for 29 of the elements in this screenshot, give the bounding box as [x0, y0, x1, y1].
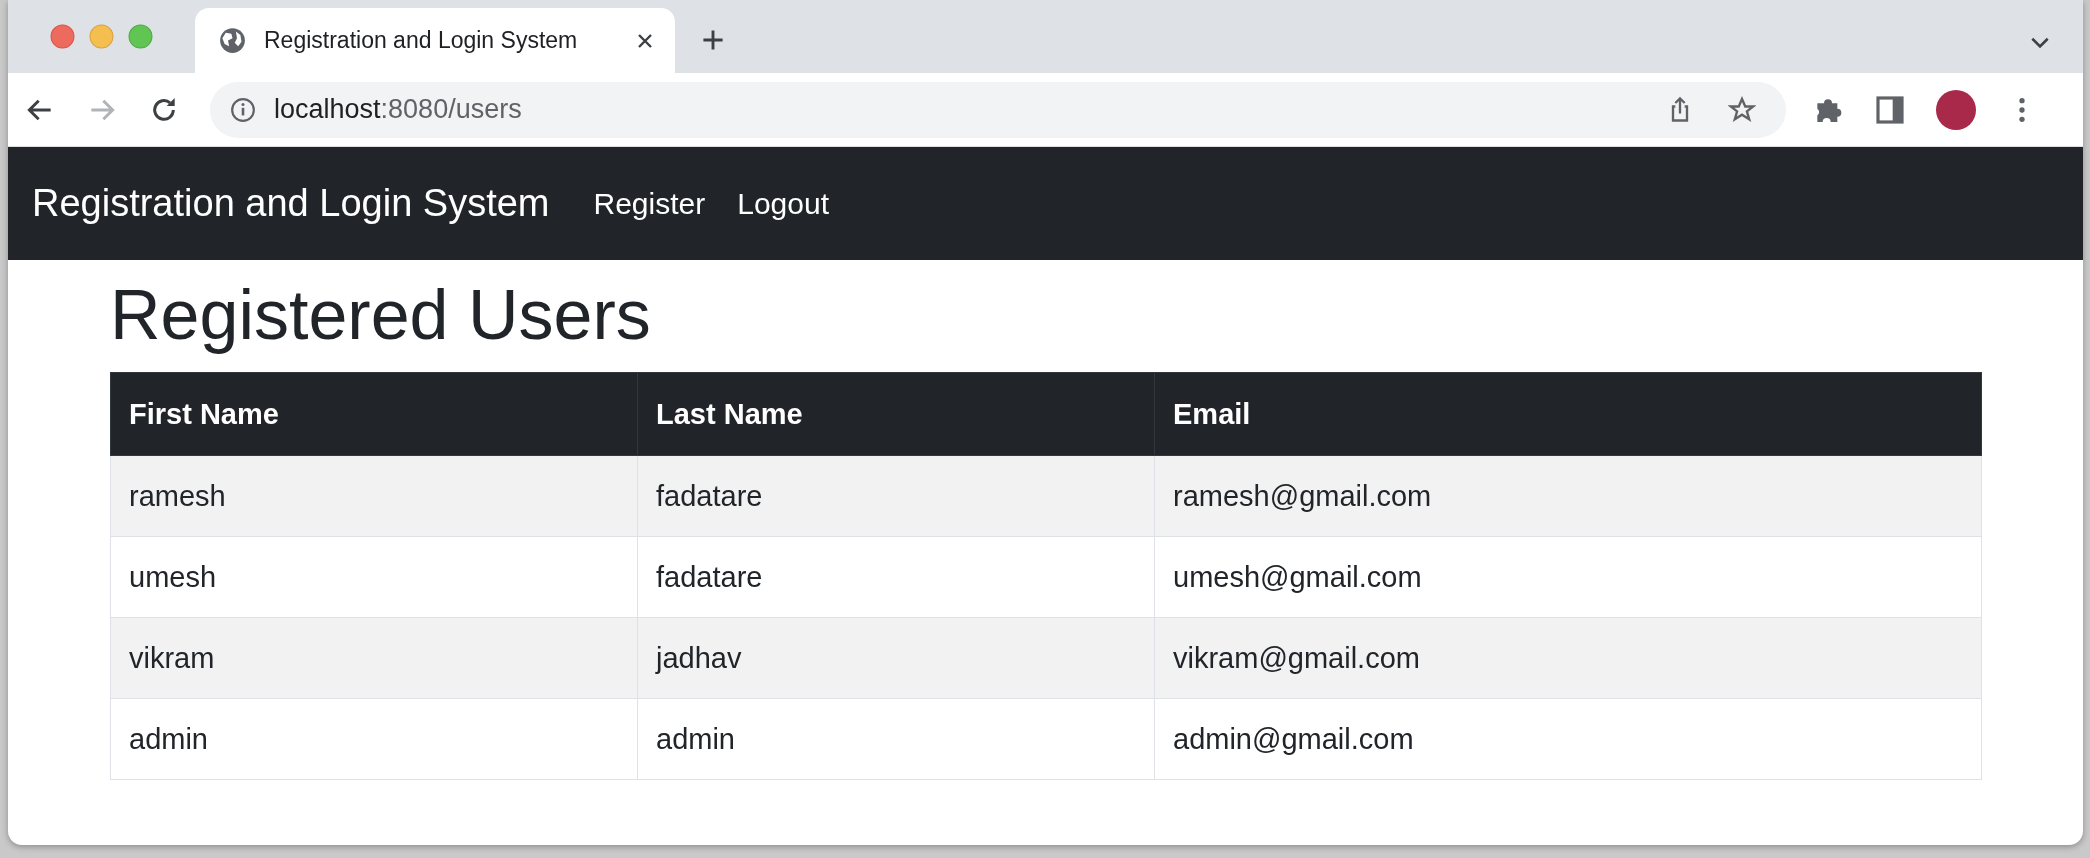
table-cell: umesh [110, 536, 638, 618]
globe-icon [219, 27, 246, 54]
page-heading: Registered Users [110, 275, 652, 356]
table-cell: jadhav [637, 617, 1155, 699]
table-cell: fadatare [637, 536, 1155, 618]
column-header: First Name [110, 372, 638, 456]
brand-link[interactable]: Registration and Login System [32, 182, 550, 225]
column-header: Last Name [637, 372, 1155, 456]
table-cell: ramesh [110, 455, 638, 537]
column-header: Email [1154, 372, 1982, 456]
table-cell: fadatare [637, 455, 1155, 537]
url-text: localhost:8080/users [274, 94, 522, 125]
table-cell: umesh@gmail.com [1154, 536, 1982, 618]
nav-link[interactable]: Register [593, 186, 706, 221]
side-panel-icon[interactable] [1874, 93, 1906, 126]
nav-link[interactable]: Logout [737, 186, 829, 221]
info-icon [230, 96, 256, 123]
table-cell: admin@gmail.com [1154, 698, 1982, 780]
browser-tab[interactable]: Registration and Login System [195, 8, 675, 73]
table-cell: admin [637, 698, 1155, 780]
star-icon[interactable] [1728, 95, 1756, 124]
table-cell: vikram@gmail.com [1154, 617, 1982, 699]
table-cell: ramesh@gmail.com [1154, 455, 1982, 537]
tab-title: Registration and Login System [264, 27, 579, 54]
table-cell: vikram [110, 617, 638, 699]
avatar[interactable] [1936, 89, 1976, 130]
address-bar[interactable]: localhost:8080/users [210, 81, 1786, 138]
new-tab-icon[interactable] [701, 28, 725, 52]
table-cell: admin [110, 698, 638, 780]
